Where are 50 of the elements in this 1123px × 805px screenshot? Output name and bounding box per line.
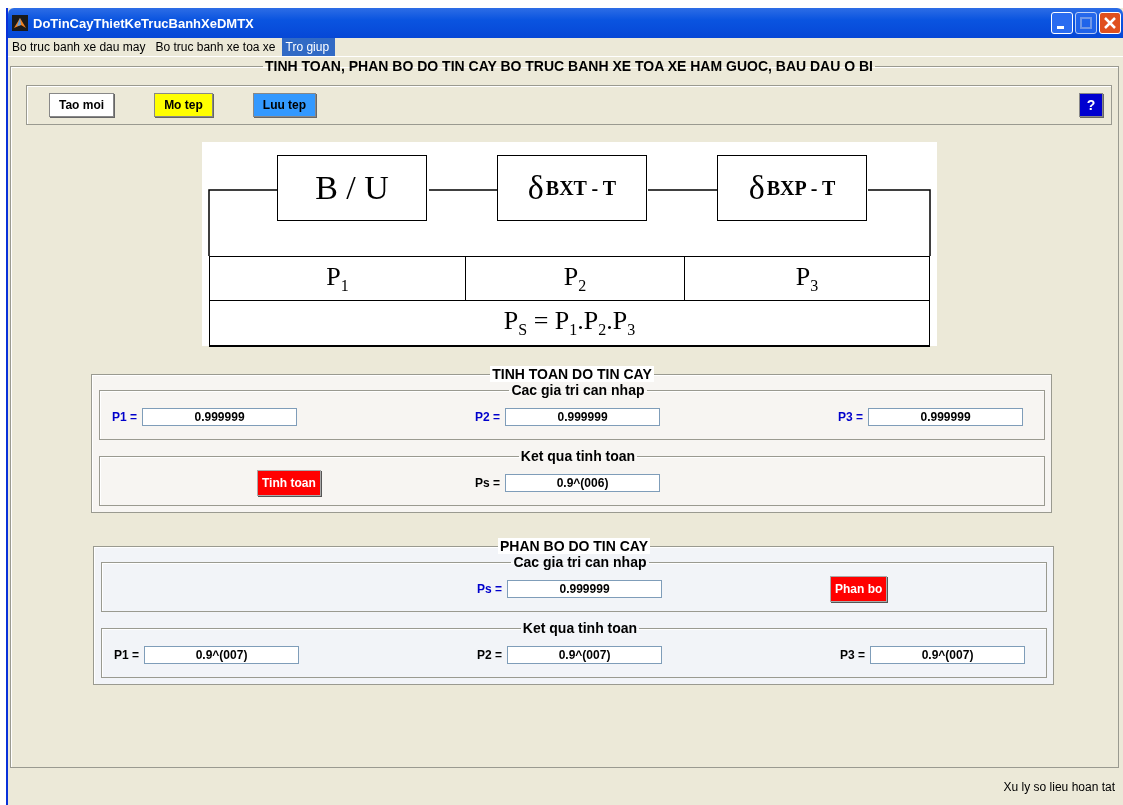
toolbar-button[interactable]: Luu tep xyxy=(252,93,317,117)
input-field[interactable]: 0.9^(007) xyxy=(144,646,300,664)
field-label: P1 = xyxy=(112,410,138,424)
field-label: P3 = xyxy=(838,410,864,424)
table-cell: P$_{3}$ xyxy=(684,257,929,300)
table-cell: P$_{2}$ xyxy=(465,257,684,300)
table-cell-text: P$_{1}$ xyxy=(325,260,350,297)
field-label: Ps = xyxy=(475,476,501,490)
formula: P$_{S}$ = P$_{1}$.P$_{2}$.P$_{3}$ xyxy=(502,305,637,341)
diagram-block: B / U xyxy=(277,155,427,221)
input-field[interactable]: 0.999999 xyxy=(142,408,298,426)
input-field[interactable]: 0.9^(006) xyxy=(505,474,661,492)
menu-item[interactable]: Bo truc banh xe dau may xyxy=(8,38,152,56)
action-button[interactable]: Tinh toan xyxy=(257,470,321,496)
group-title: Ket qua tinh toan xyxy=(519,448,637,464)
diagram-block: δBXP - T xyxy=(717,155,867,221)
minimize-button[interactable] xyxy=(1051,12,1073,34)
action-button[interactable]: Phan bo xyxy=(830,576,888,602)
toolbar-button[interactable]: Mo tep xyxy=(154,93,213,117)
field-label: P2 = xyxy=(477,648,503,662)
field-label: P1 = xyxy=(114,648,140,662)
section-title: PHAN BO DO TIN CAY xyxy=(497,538,651,554)
group-title: Cac gia tri can nhap xyxy=(510,382,646,398)
menu-item[interactable]: Tro giup xyxy=(281,38,336,56)
input-field[interactable]: 0.9^(007) xyxy=(870,646,1026,664)
menu-item[interactable]: Bo truc banh xe toa xe xyxy=(151,38,282,56)
field-label: P2 = xyxy=(475,410,501,424)
minimize-icon xyxy=(1056,25,1064,29)
close-button[interactable] xyxy=(1099,12,1121,34)
input-field[interactable]: 0.999999 xyxy=(507,580,663,598)
input-field[interactable]: 0.999999 xyxy=(868,408,1024,426)
status-text: Xu ly so lieu hoan tat xyxy=(1003,779,1115,794)
maximize-button[interactable] xyxy=(1075,12,1097,34)
group-title: Cac gia tri can nhap xyxy=(512,554,648,570)
maximize-icon xyxy=(1080,17,1092,29)
window-title: DoTinCayThietKeTrucBanhXeDMTX xyxy=(33,15,254,31)
connector-line xyxy=(647,189,718,191)
connector-line xyxy=(428,189,498,191)
group-title: TINH TOAN, PHAN BO DO TIN CAY BO TRUC BANH XE TOA XE HAM GUOC, BAU DAU O BI xyxy=(264,58,874,74)
group-title: Ket qua tinh toan xyxy=(521,620,639,636)
field-label: P3 = xyxy=(840,648,866,662)
app-icon xyxy=(12,15,28,31)
input-field[interactable]: 0.9^(007) xyxy=(507,646,663,664)
diagram-block: δBXT - T xyxy=(497,155,647,221)
toolbar-button[interactable]: Tao moi xyxy=(49,93,115,117)
input-field[interactable]: 0.999999 xyxy=(505,408,661,426)
section-title: TINH TOAN DO TIN CAY xyxy=(490,366,654,382)
close-icon xyxy=(1104,17,1116,29)
help-button[interactable]: ? xyxy=(1079,93,1103,117)
field-label: Ps = xyxy=(477,582,503,596)
